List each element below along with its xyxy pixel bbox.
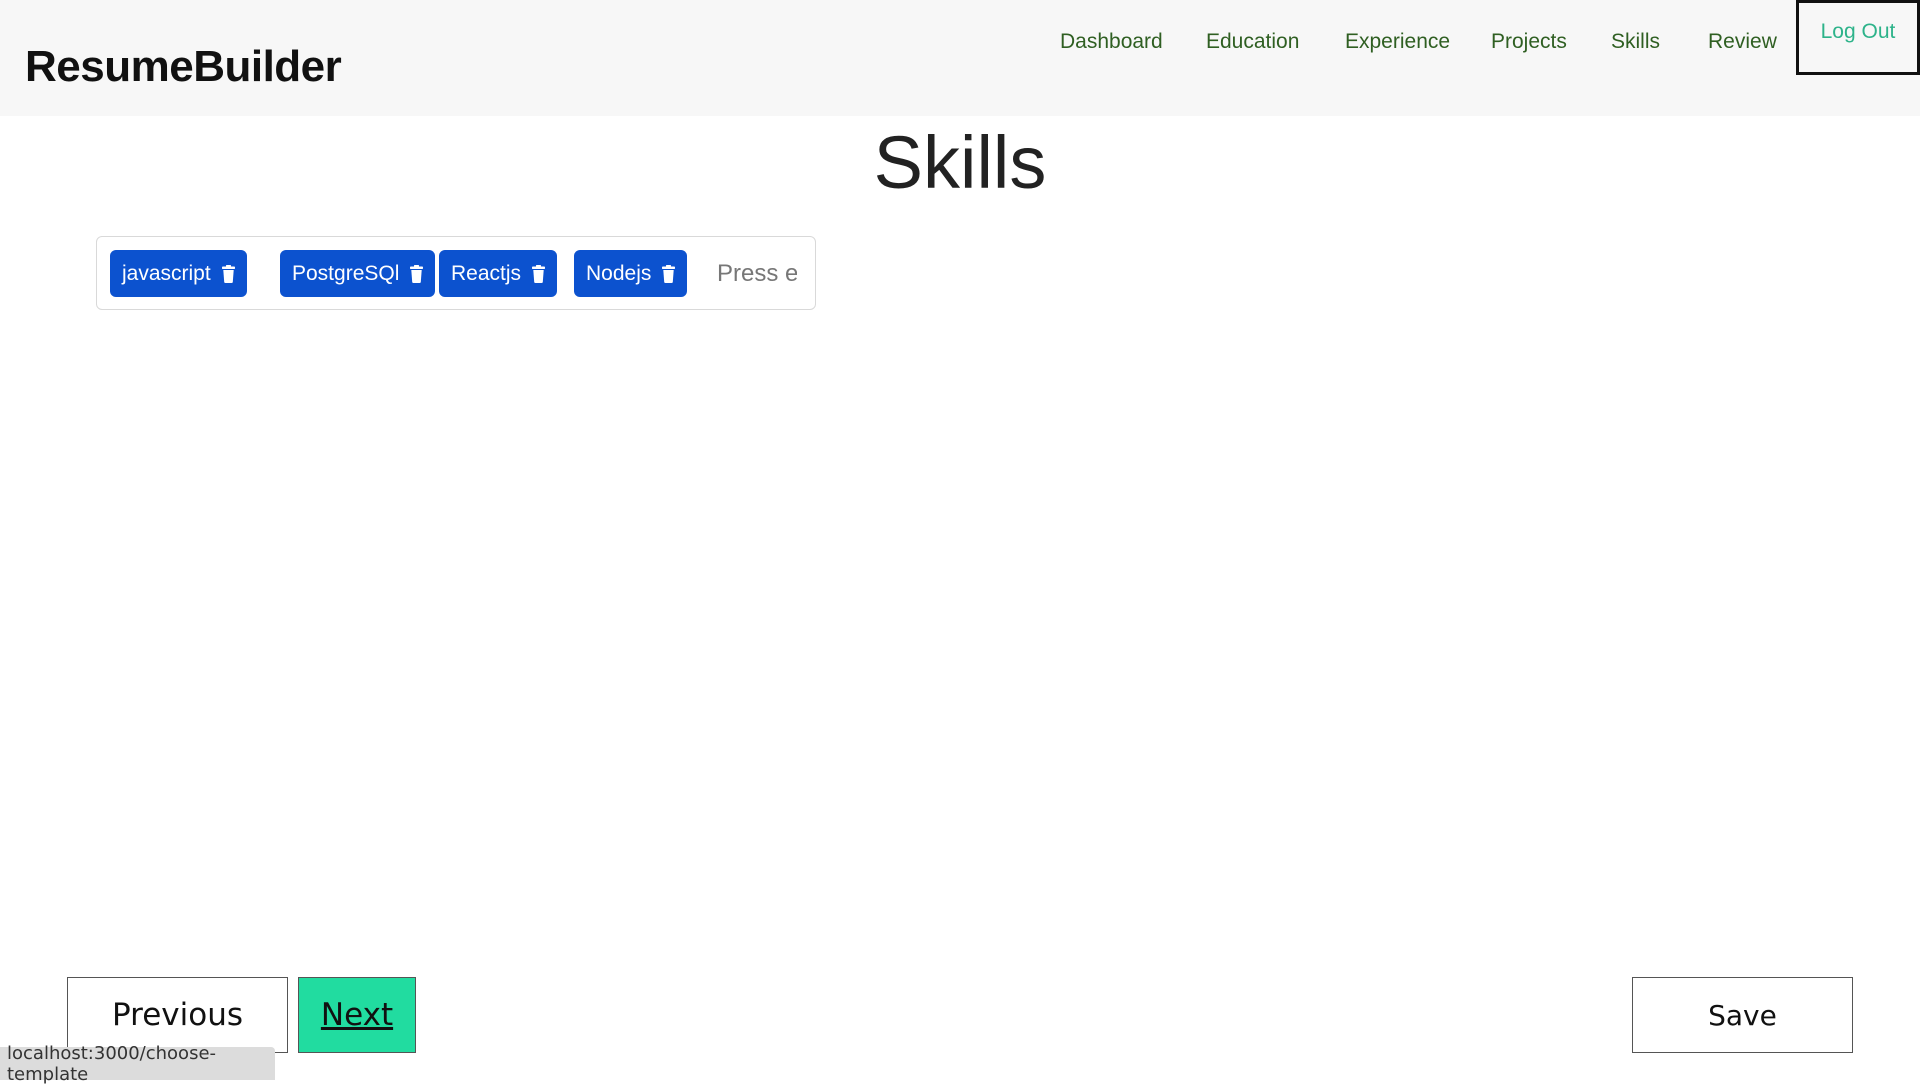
skill-tag-label: Reactjs (451, 261, 522, 285)
skills-tag-input-box[interactable]: javascript PostgreSQl Reactjs Nodejs (96, 236, 816, 310)
next-button[interactable]: Next (298, 977, 416, 1053)
page-title: Skills (873, 121, 1047, 204)
nav-education[interactable]: Education (1206, 30, 1299, 54)
skill-tag-label: PostgreSQl (292, 261, 400, 285)
top-navbar: ResumeBuilder Dashboard Education Experi… (0, 0, 1920, 116)
status-bar-url: localhost:3000/choose-template (0, 1043, 275, 1085)
nav-experience[interactable]: Experience (1345, 30, 1450, 54)
nav-skills[interactable]: Skills (1611, 30, 1660, 54)
nav-review[interactable]: Review (1708, 30, 1777, 54)
brand-logo[interactable]: ResumeBuilder (25, 42, 342, 92)
skill-tag: PostgreSQl (280, 250, 436, 297)
skill-tag: javascript (110, 250, 247, 297)
trash-icon[interactable] (221, 264, 235, 283)
skill-input[interactable] (717, 250, 797, 297)
trash-icon[interactable] (662, 264, 676, 283)
nav-projects[interactable]: Projects (1491, 30, 1567, 54)
skill-tag-label: javascript (122, 261, 211, 285)
save-button[interactable]: Save (1632, 977, 1853, 1053)
skill-tag: Reactjs (439, 250, 558, 297)
nav-dashboard[interactable]: Dashboard (1060, 30, 1163, 54)
skill-tag: Nodejs (574, 250, 688, 297)
trash-icon[interactable] (410, 264, 424, 283)
trash-icon[interactable] (532, 264, 546, 283)
logout-button[interactable]: Log Out (1796, 0, 1920, 75)
skill-tag-label: Nodejs (586, 261, 652, 285)
